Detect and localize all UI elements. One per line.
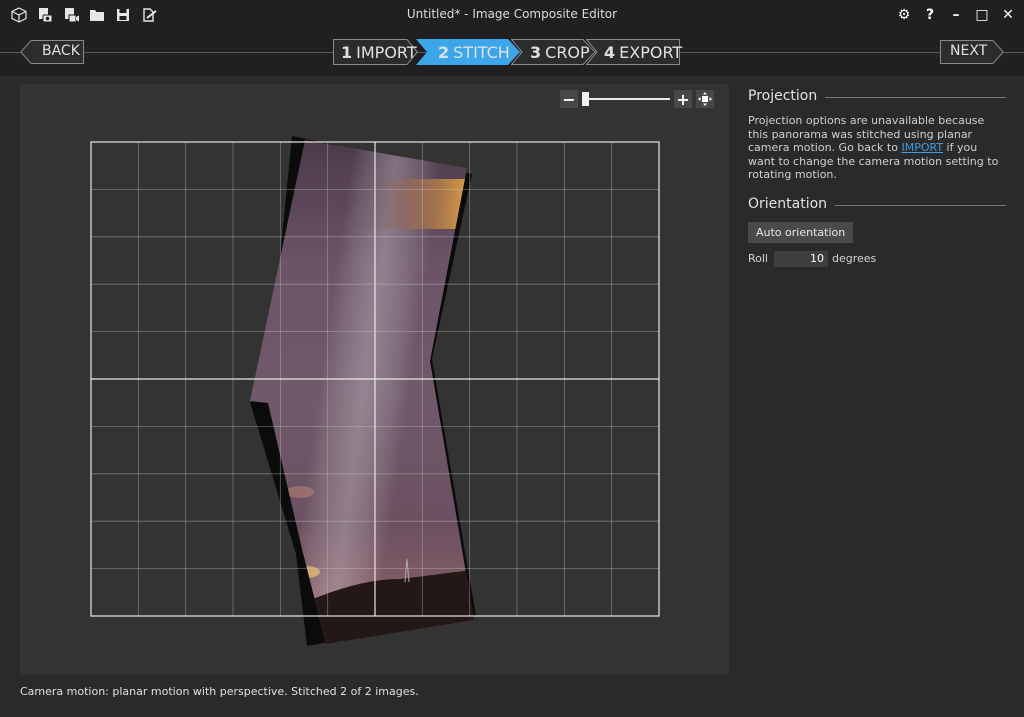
roll-input[interactable]: 10 [774, 250, 828, 267]
projection-heading: Projection [748, 88, 818, 104]
wizard-navigation: BACK 1 IMPORT 2 STITCH 3 CROP 4 EXPORT NEXT [0, 30, 1024, 76]
step-number: 1 [341, 42, 353, 62]
settings-icon[interactable]: ⚙ [894, 4, 914, 26]
stitch-preview-canvas[interactable]: − + [20, 84, 729, 675]
status-bar: Camera motion: planar motion with perspe… [20, 685, 419, 698]
step-label: STITCH [453, 42, 510, 62]
tab-stitch[interactable]: 2 STITCH [416, 39, 520, 65]
alignment-grid [90, 141, 660, 617]
step-label: IMPORT [356, 42, 417, 62]
roll-row: Roll 10 degrees [748, 250, 1006, 267]
stitch-settings-panel: Projection Projection options are unavai… [748, 88, 1006, 267]
step-tabs: 1 IMPORT 2 STITCH 3 CROP 4 EXPORT [333, 39, 683, 65]
window-title: Untitled* - Image Composite Editor [406, 7, 618, 21]
next-label: NEXT [950, 43, 988, 59]
maximize-icon[interactable]: □ [972, 4, 992, 26]
back-label: BACK [42, 43, 80, 59]
orientation-header: Orientation [748, 196, 1006, 212]
step-number: 4 [604, 42, 616, 62]
step-number: 3 [530, 42, 542, 62]
section-divider [825, 97, 1006, 98]
title-bar: Untitled* - Image Composite Editor ⚙ ? –… [0, 0, 1024, 30]
tab-import[interactable]: 1 IMPORT [333, 39, 419, 65]
step-label: EXPORT [619, 42, 683, 62]
roll-unit-label: degrees [832, 252, 877, 265]
window-controls: ⚙ ? – □ ✕ [894, 4, 1018, 26]
panorama-preview [90, 136, 660, 646]
roll-label: Roll [748, 252, 768, 265]
help-icon[interactable]: ? [920, 4, 940, 26]
step-label: CROP [545, 42, 590, 62]
import-link[interactable]: IMPORT [901, 141, 943, 154]
projection-header: Projection [748, 88, 1006, 104]
tab-crop[interactable]: 3 CROP [511, 39, 596, 65]
projection-description: Projection options are unavailable becau… [748, 114, 1006, 182]
orientation-heading: Orientation [748, 195, 828, 212]
minimize-icon[interactable]: – [946, 4, 966, 26]
tab-export[interactable]: 4 EXPORT [586, 39, 683, 65]
close-icon[interactable]: ✕ [998, 4, 1018, 26]
auto-orientation-button[interactable]: Auto orientation [748, 221, 854, 243]
section-divider [835, 204, 1006, 206]
step-number: 2 [438, 42, 450, 62]
back-button[interactable]: BACK [20, 40, 84, 64]
panorama-image [250, 140, 474, 644]
next-button[interactable]: NEXT [940, 40, 1004, 64]
